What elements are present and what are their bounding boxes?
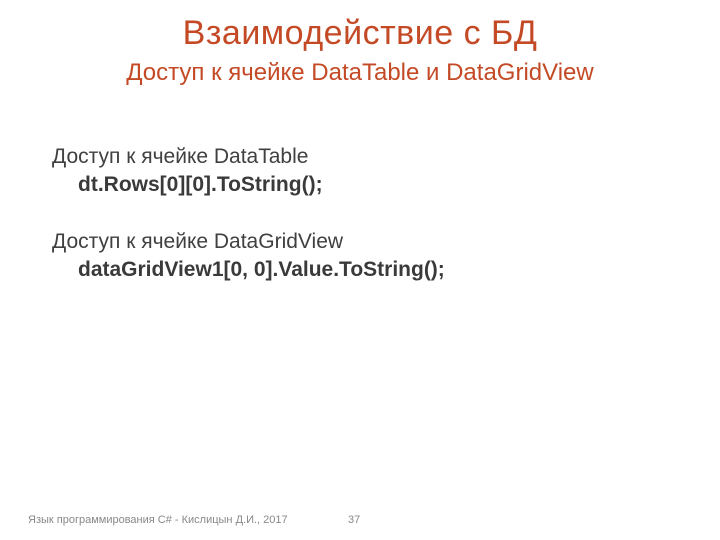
slide-title: Взаимодействие с БД	[0, 0, 720, 53]
slide-body: Доступ к ячейке DataTable dt.Rows[0][0].…	[0, 143, 720, 284]
slide-subtitle: Доступ к ячейке DataTable и DataGridView	[0, 59, 720, 87]
footer-credit: Язык программирования C# - Кислицын Д.И.…	[28, 514, 288, 526]
spacer	[52, 200, 668, 228]
footer-page-number: 37	[348, 514, 360, 526]
code-snippet-1: dt.Rows[0][0].ToString();	[52, 171, 668, 199]
body-text-2: Доступ к ячейке DataGridView	[52, 228, 668, 256]
body-text-1: Доступ к ячейке DataTable	[52, 143, 668, 171]
code-snippet-2: dataGridView1[0, 0].Value.ToString();	[52, 256, 668, 284]
slide: Взаимодействие с БД Доступ к ячейке Data…	[0, 0, 720, 540]
